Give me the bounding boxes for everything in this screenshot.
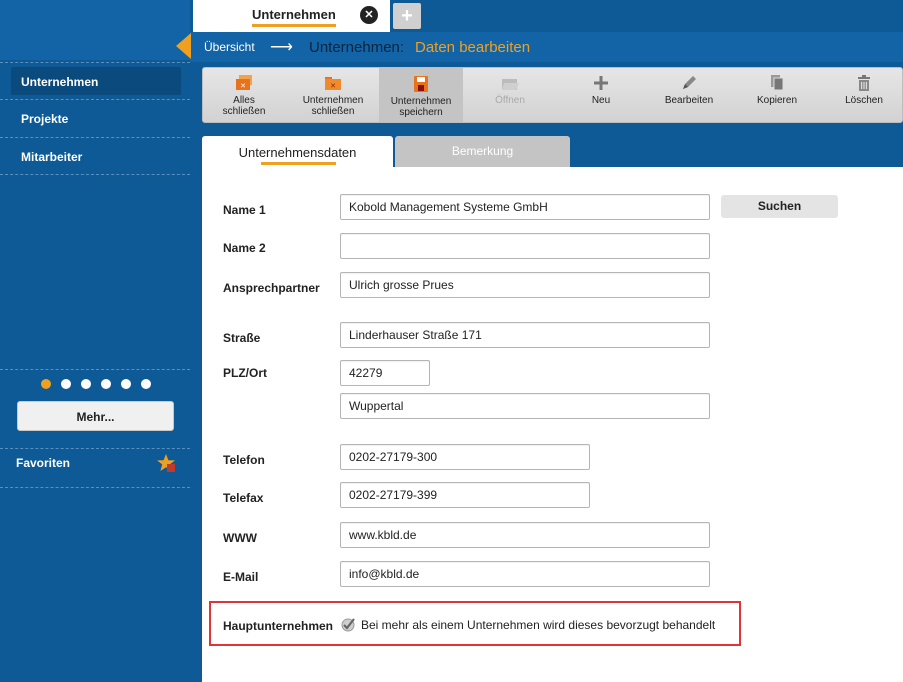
zip-field[interactable] — [340, 360, 430, 386]
name1-label: Name 1 — [223, 203, 266, 217]
pager-dot[interactable] — [61, 379, 71, 389]
svg-text:✕: ✕ — [330, 82, 336, 90]
tab-label: Bemerkung — [451, 144, 514, 158]
plus-icon — [594, 76, 608, 90]
name2-field[interactable] — [340, 233, 710, 259]
sidebar-divider — [0, 369, 190, 370]
copy-label: Kopieren — [756, 95, 798, 106]
page-title: Unternehmen: — [309, 39, 405, 56]
pager-dot[interactable] — [121, 379, 131, 389]
pager-dot[interactable] — [141, 379, 151, 389]
folder-close-all-icon: ✕ — [236, 75, 252, 90]
sidebar-divider — [0, 448, 190, 449]
arrow-right-icon: ⟶ — [270, 39, 293, 56]
phone-field[interactable] — [340, 444, 590, 470]
street-field[interactable] — [340, 322, 710, 348]
email-field[interactable] — [340, 561, 710, 587]
delete-label: Löschen — [845, 95, 883, 106]
sidebar-item-unternehmen[interactable]: Unternehmen — [0, 62, 190, 98]
save-company-label-1: Unternehmen — [390, 96, 452, 107]
sidebar-item-projekte[interactable]: Projekte — [0, 99, 190, 135]
page-subtitle: Daten bearbeiten — [415, 39, 531, 56]
copy-button[interactable]: Kopieren — [744, 67, 810, 123]
main-company-checkbox-text[interactable]: Bei mehr als einem Unternehmen wird dies… — [361, 618, 715, 632]
www-field[interactable] — [340, 522, 710, 548]
tab-unternehmensdaten[interactable]: Unternehmensdaten — [202, 136, 393, 167]
email-label: E-Mail — [223, 570, 259, 584]
main-company-label: Hauptunternehmen — [223, 619, 334, 633]
folder-close-icon: ✕ — [325, 77, 341, 90]
checkbox-checked-icon[interactable] — [340, 616, 356, 632]
breadcrumb-home-link[interactable]: Übersicht — [204, 40, 255, 54]
phone-label: Telefon — [223, 453, 265, 467]
delete-button[interactable]: Löschen — [832, 67, 896, 123]
search-button[interactable]: Suchen — [721, 195, 838, 218]
close-all-label-2: schließen — [222, 106, 266, 117]
plus-icon[interactable]: + — [393, 3, 421, 29]
city-field[interactable] — [340, 393, 710, 419]
www-label: WWW — [223, 531, 257, 545]
sidebar-collapse-arrow-icon[interactable] — [176, 33, 191, 59]
breadcrumb — [190, 32, 903, 62]
pencil-icon — [683, 76, 696, 89]
edit-label: Bearbeiten — [664, 95, 714, 106]
sidebar-item-label: Mitarbeiter — [21, 150, 83, 164]
open-button[interactable]: Öffnen — [475, 67, 545, 123]
pager-dot[interactable] — [41, 379, 51, 389]
favorites-label[interactable]: Favoriten — [16, 456, 70, 470]
new-button[interactable]: Neu — [568, 67, 634, 123]
sidebar-item-label: Unternehmen — [21, 75, 99, 89]
name2-label: Name 2 — [223, 241, 266, 255]
save-icon — [414, 76, 428, 92]
sidebar-divider — [0, 487, 190, 488]
save-company-label-2: speichern — [399, 107, 443, 118]
document-tab-label: Unternehmen — [252, 7, 336, 22]
close-company-label-2: schließen — [311, 106, 355, 117]
trash-icon — [858, 75, 870, 91]
tab-underline — [261, 162, 336, 165]
new-label: Neu — [591, 95, 611, 106]
sidebar-item-mitarbeiter[interactable]: Mitarbeiter — [0, 137, 190, 173]
close-all-button[interactable]: ✕ Alles schließen — [206, 67, 282, 123]
close-company-button[interactable]: ✕ Unternehmen schließen — [295, 67, 371, 123]
more-button[interactable]: Mehr... — [17, 401, 174, 431]
tab-underline — [252, 24, 336, 27]
fax-label: Telefax — [223, 491, 264, 505]
copy-icon — [771, 75, 784, 91]
close-company-label-1: Unternehmen — [302, 95, 364, 106]
close-icon[interactable]: ✕ — [360, 6, 378, 24]
sidebar-top-strip — [0, 0, 190, 60]
svg-text:✕: ✕ — [240, 82, 246, 90]
open-folder-icon — [502, 79, 519, 90]
close-all-label-1: Alles — [233, 95, 255, 106]
name1-field[interactable] — [340, 194, 710, 220]
star-icon[interactable] — [156, 453, 176, 473]
fax-field[interactable] — [340, 482, 590, 508]
contact-label: Ansprechpartner — [223, 281, 320, 295]
tab-bemerkung[interactable]: Bemerkung — [395, 136, 570, 167]
pager-dot[interactable] — [81, 379, 91, 389]
save-company-button[interactable]: Unternehmen speichern — [379, 68, 463, 122]
sidebar-item-label: Projekte — [21, 112, 69, 126]
tab-label: Unternehmensdaten — [238, 145, 357, 160]
street-label: Straße — [223, 331, 261, 345]
contact-field[interactable] — [340, 272, 710, 298]
edit-button[interactable]: Bearbeiten — [654, 67, 724, 123]
sidebar-divider — [0, 174, 190, 175]
pager-dot[interactable] — [101, 379, 111, 389]
zip-city-label: PLZ/Ort — [223, 366, 267, 380]
open-label: Öffnen — [495, 95, 525, 106]
